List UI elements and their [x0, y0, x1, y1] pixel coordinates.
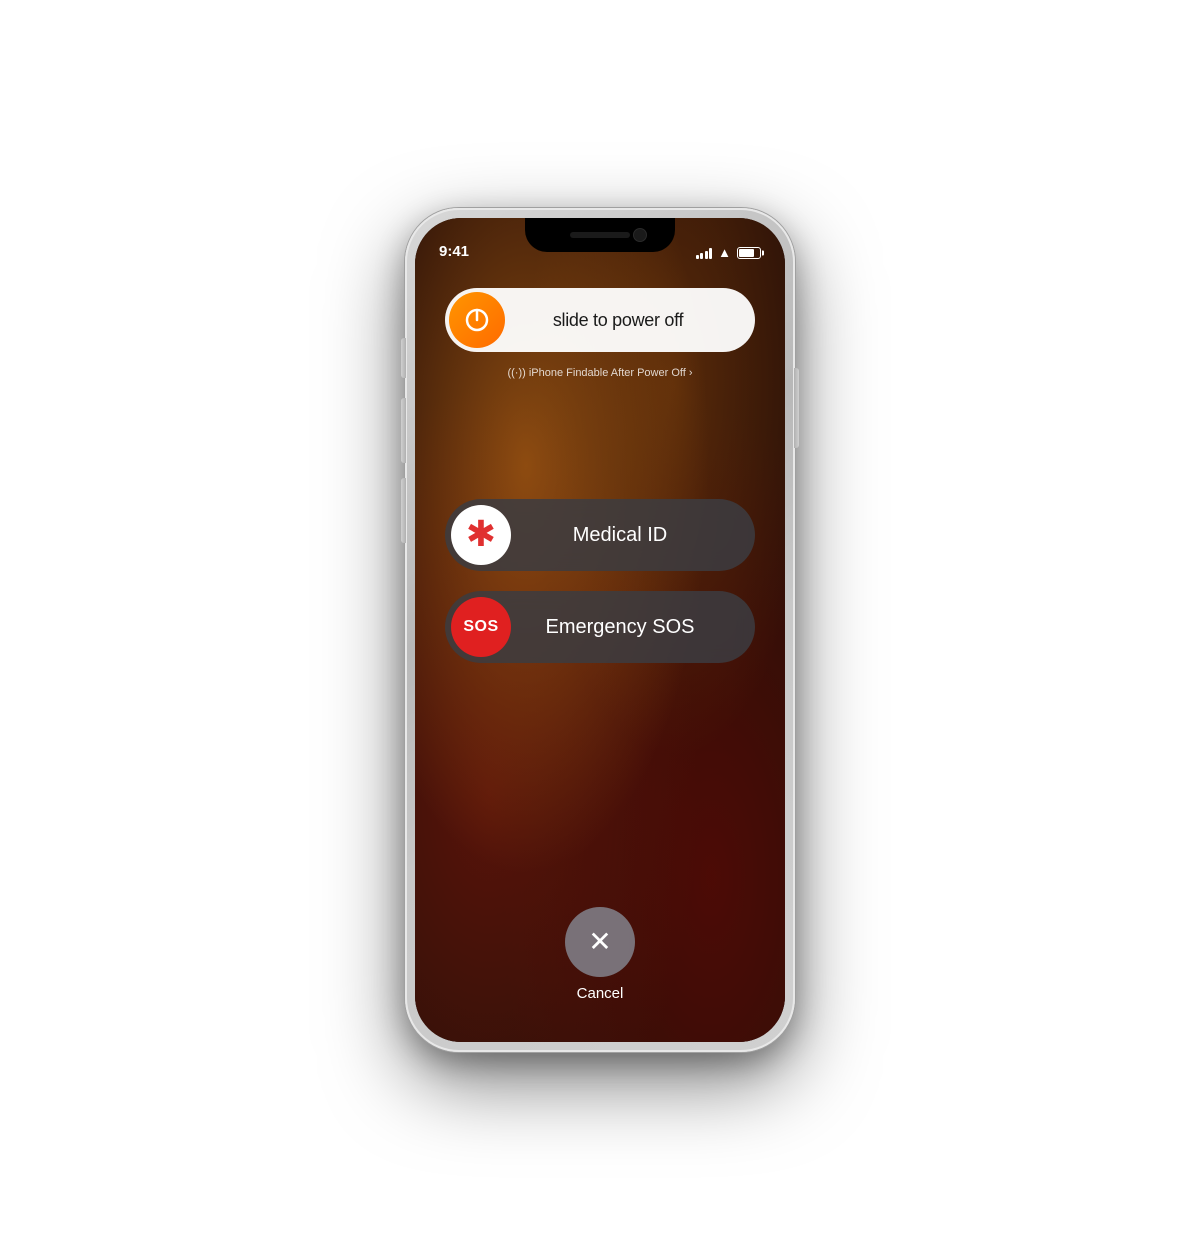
power-knob	[449, 292, 505, 348]
findable-text: ((·)) iPhone Findable After Power Off ›	[507, 364, 692, 379]
medical-text: Medical ID	[511, 524, 749, 547]
signal-bar-4	[709, 248, 712, 259]
battery-fill	[739, 249, 754, 257]
sos-knob: SOS	[451, 597, 511, 657]
findable-label[interactable]: iPhone Findable After Power Off ›	[529, 367, 693, 379]
power-icon	[463, 306, 491, 334]
signal-bar-3	[705, 251, 708, 259]
mute-button[interactable]	[401, 338, 406, 378]
cancel-button[interactable]: ✕	[565, 907, 635, 977]
signal-bar-2	[700, 253, 703, 259]
signal-bar-1	[696, 255, 699, 259]
speaker	[570, 232, 630, 238]
volume-up-button[interactable]	[401, 398, 406, 463]
sos-slider[interactable]: SOS Emergency SOS	[445, 591, 755, 663]
phone-device: 9:41 ▲	[405, 208, 795, 1052]
medical-knob: ✱	[451, 505, 511, 565]
phone-screen: 9:41 ▲	[415, 218, 785, 1042]
power-slider-text: slide to power off	[505, 310, 751, 331]
medical-icon: ✱	[466, 516, 496, 552]
wifi-icon: ▲	[718, 245, 731, 260]
power-off-slider[interactable]: slide to power off	[445, 288, 755, 352]
volume-down-button[interactable]	[401, 478, 406, 543]
cancel-area: ✕ Cancel	[565, 907, 635, 1002]
signal-icon	[696, 247, 713, 259]
camera	[633, 228, 647, 242]
power-button[interactable]	[794, 368, 799, 448]
sos-badge: SOS	[463, 618, 498, 636]
cancel-icon: ✕	[588, 928, 611, 956]
findable-prefix: ((·))	[507, 367, 528, 379]
screen-content: slide to power off ((·)) iPhone Findable…	[415, 268, 785, 1042]
notch	[525, 218, 675, 252]
status-icons: ▲	[696, 245, 761, 260]
sos-text: Emergency SOS	[511, 616, 749, 639]
cancel-label: Cancel	[577, 985, 624, 1002]
medical-id-slider[interactable]: ✱ Medical ID	[445, 499, 755, 571]
battery-icon	[737, 247, 761, 259]
